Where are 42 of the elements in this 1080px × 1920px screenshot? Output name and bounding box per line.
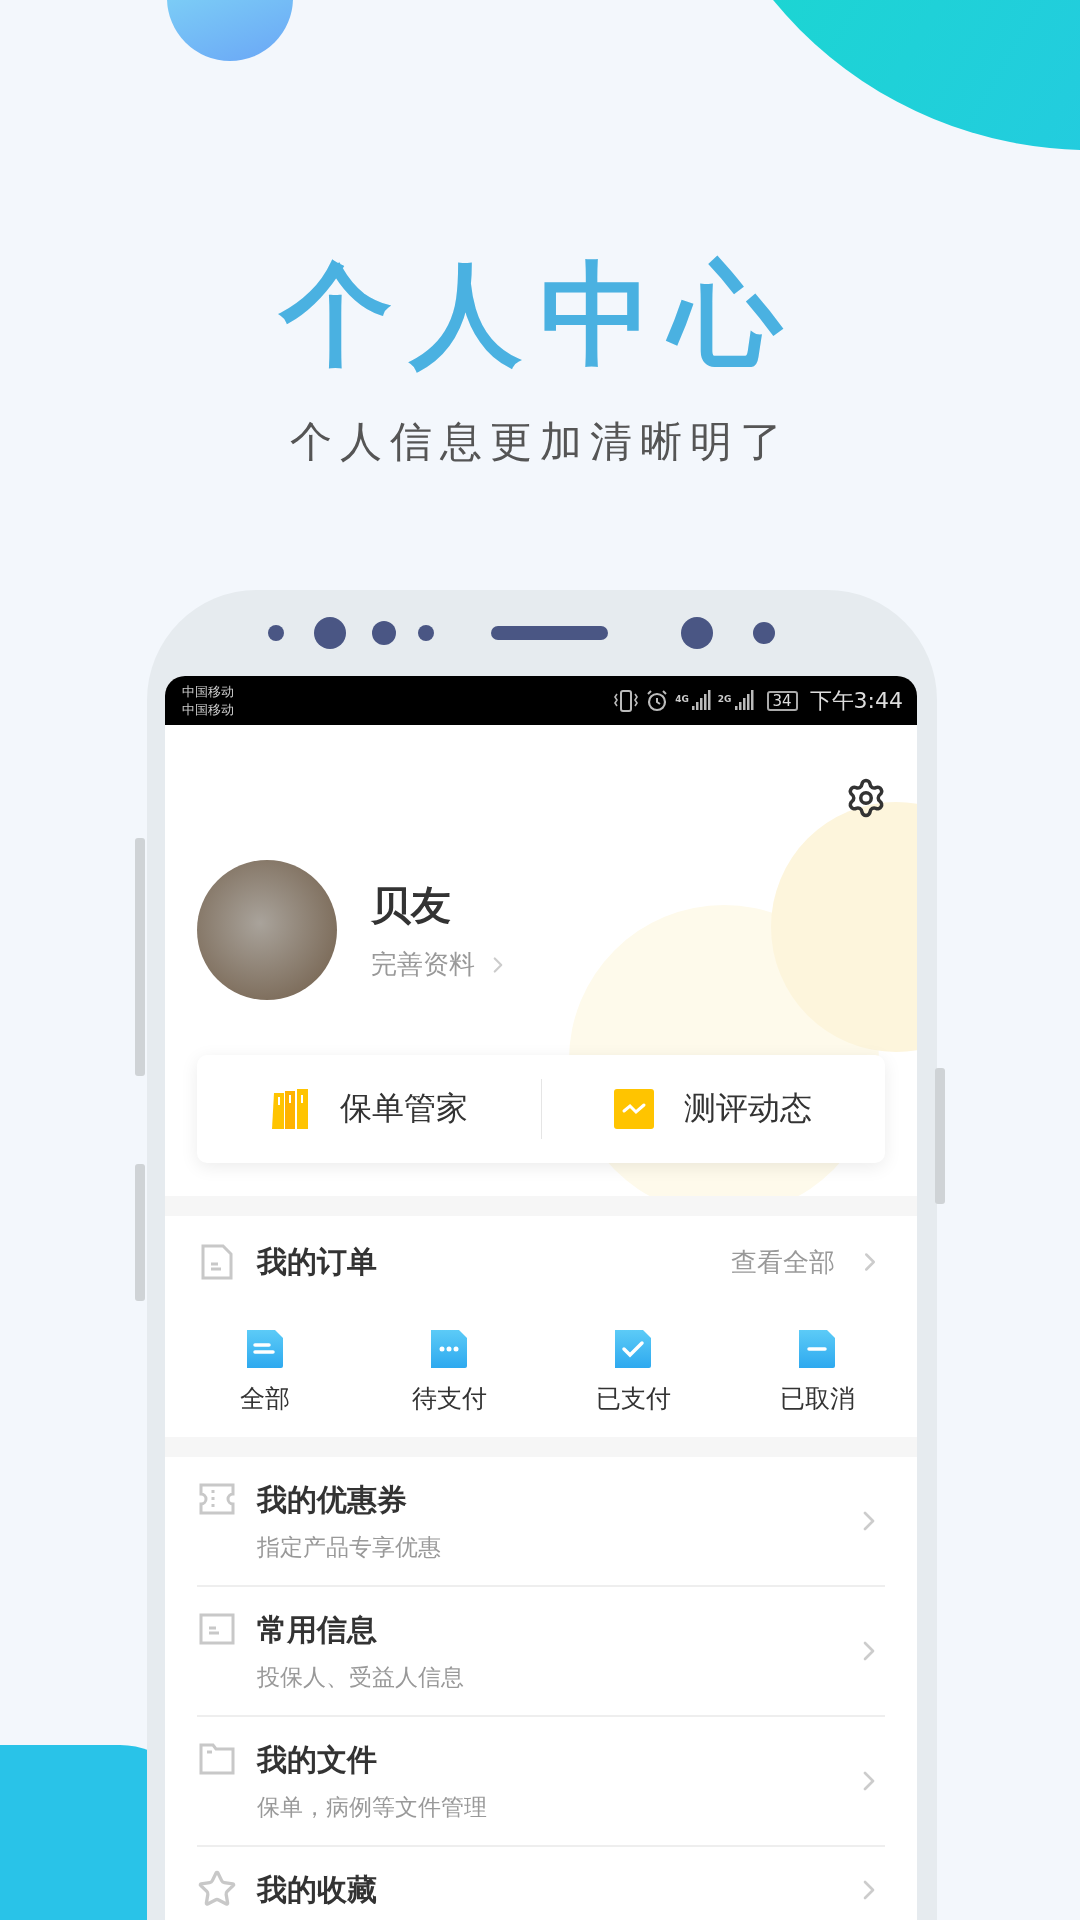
menu-title: 我的文件: [257, 1741, 378, 1779]
menu-item[interactable]: 我的文件 保单，病例等文件管理: [197, 1717, 885, 1847]
books-icon: [269, 1087, 310, 1131]
order-status-icon: [245, 1328, 285, 1370]
vibrate-icon: [613, 688, 640, 713]
section-title: 我的订单: [257, 1242, 378, 1281]
user-name: 贝友: [371, 881, 452, 930]
sensor-dot: [268, 625, 284, 641]
signal-icon: [691, 689, 712, 712]
menu-title: 我的收藏: [257, 1871, 378, 1909]
menu-item[interactable]: 我的收藏: [197, 1847, 885, 1920]
order-status-tab[interactable]: 待支付: [357, 1308, 541, 1415]
order-status-icon: [613, 1328, 653, 1370]
shortcut-button[interactable]: 测评动态: [541, 1079, 885, 1139]
order-status-icon: [429, 1328, 469, 1370]
signal-icon: [734, 689, 755, 712]
camera-lens: [681, 617, 713, 649]
network-type: 2G: [717, 693, 732, 704]
network-type: 4G: [675, 693, 689, 704]
order-status-tab[interactable]: 全部: [173, 1308, 357, 1415]
sensor-dot: [753, 622, 775, 644]
carrier-name: 中国移动: [182, 700, 235, 719]
subtitle: 个人信息更加清晰明了: [289, 416, 791, 468]
carrier-name: 中国移动: [182, 682, 235, 701]
sensor-dot: [418, 625, 434, 641]
star-icon: [197, 1869, 237, 1909]
sensor-dot: [372, 621, 396, 645]
menu-subtitle: 指定产品专享优惠: [257, 1533, 442, 1562]
order-status-icon: [797, 1328, 837, 1370]
menu-subtitle: 保单，病例等文件管理: [257, 1793, 488, 1822]
battery-level: 34: [766, 690, 798, 711]
shortcut-button[interactable]: 保单管家: [197, 1079, 541, 1139]
order-status-tab[interactable]: 已支付: [541, 1308, 725, 1415]
menu-title: 常用信息: [257, 1611, 378, 1649]
menu-item[interactable]: 常用信息 投保人、受益人信息: [197, 1587, 885, 1717]
menu-item[interactable]: 我的优惠券 指定产品专享优惠: [197, 1457, 885, 1587]
chart-icon: [614, 1089, 655, 1129]
camera-lens: [314, 617, 346, 649]
order-status-tab[interactable]: 已取消: [725, 1308, 909, 1415]
menu-subtitle: 投保人、受益人信息: [257, 1663, 465, 1692]
clock-time: 下午3:44: [809, 686, 903, 715]
menu-title: 我的优惠券: [257, 1481, 408, 1519]
